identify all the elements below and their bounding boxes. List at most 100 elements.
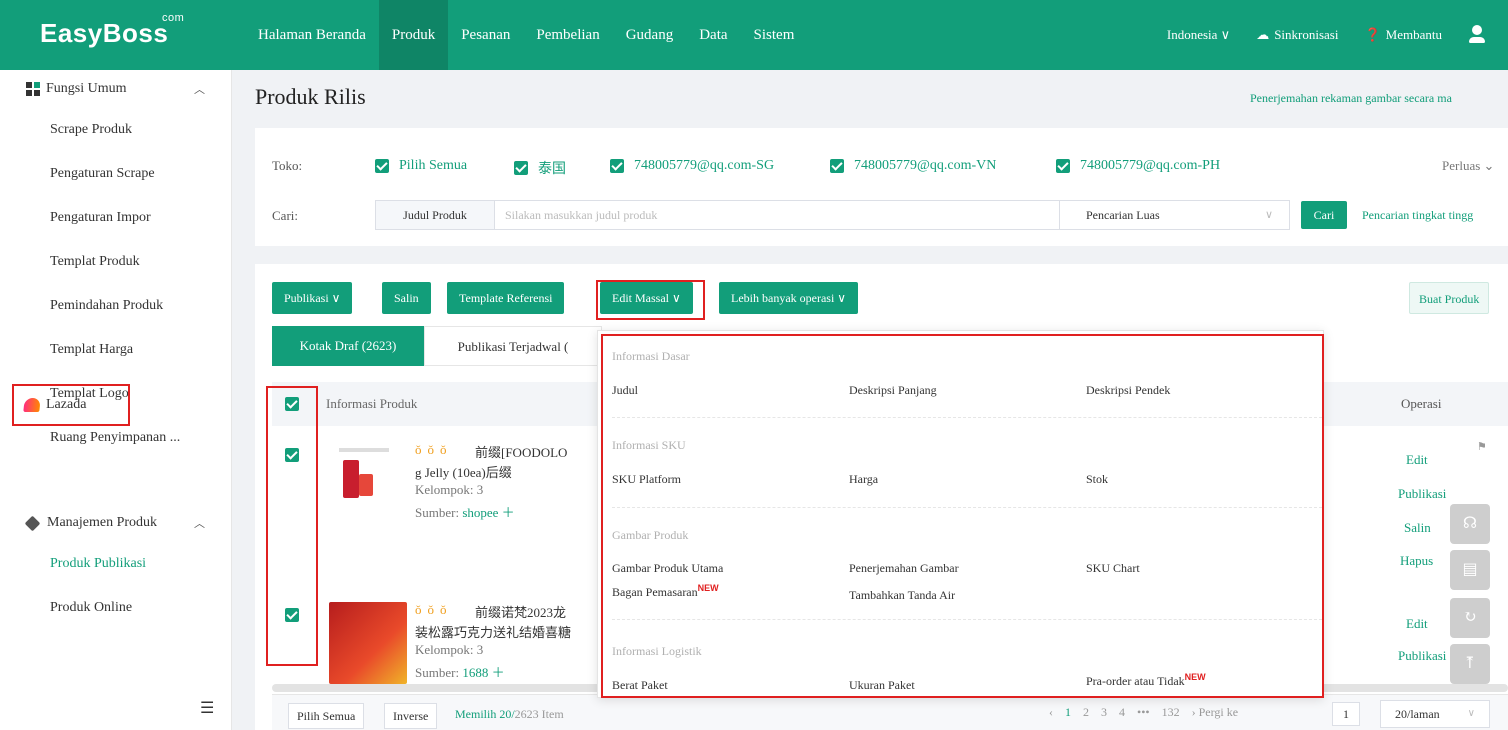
search-input[interactable] <box>495 200 1060 230</box>
edit-link[interactable]: Edit <box>1406 452 1428 468</box>
option-preorder[interactable]: Pra-order atau TidakNEW <box>1086 672 1206 689</box>
user-icon[interactable] <box>1468 25 1486 45</box>
publish-link[interactable]: Publikasi <box>1398 648 1446 664</box>
section-product-images: Gambar Produk <box>612 528 689 542</box>
sidebar-item-product-template[interactable]: Templat Produk <box>0 240 231 284</box>
footer-select-all-button[interactable]: Pilih Semua <box>288 703 365 729</box>
nav-data[interactable]: Data <box>686 0 740 70</box>
nav-purchasing[interactable]: Pembelian <box>523 0 612 70</box>
prev-page-icon[interactable]: ‹ <box>1049 705 1053 720</box>
option-platform-sku[interactable]: SKU Platform <box>612 472 681 487</box>
nav-system[interactable]: Sistem <box>741 0 808 70</box>
reference-template-button[interactable]: Template Referensi <box>447 282 565 314</box>
region-selector[interactable]: Indonesia ∨ <box>1167 27 1230 43</box>
store-checkbox-vn[interactable]: 748005779@qq.com-VN <box>830 158 996 174</box>
nav-warehouse[interactable]: Gudang <box>613 0 687 70</box>
sidebar-item-lazada[interactable]: Lazada <box>12 384 130 426</box>
customer-service-icon[interactable]: ☊ <box>1450 504 1490 544</box>
table-footer: Pilih Semua Inverse Memilih 20/2623 Item… <box>272 694 1508 730</box>
page-2[interactable]: 2 <box>1083 705 1089 720</box>
product-title-line2[interactable]: 装松露巧克力送礼结婚喜糖 <box>415 622 571 641</box>
edit-link[interactable]: Edit <box>1406 616 1428 632</box>
search-button[interactable]: Cari <box>1301 201 1347 229</box>
row-checkbox[interactable] <box>285 608 299 622</box>
page-ellipsis[interactable]: ••• <box>1137 705 1150 720</box>
checkbox-checked-icon <box>375 159 389 173</box>
menu-collapse-icon[interactable]: ☰ <box>200 698 214 718</box>
expand-toggle[interactable]: Perluas ⌄ <box>1442 158 1494 174</box>
brand-logo[interactable]: EasyBoss com <box>40 12 184 49</box>
image-translation-link[interactable]: Penerjemahan rekaman gambar secara ma <box>1250 91 1508 106</box>
product-title-line2[interactable]: g Jelly (10ea)后缀 <box>415 462 512 481</box>
sidebar-item-scrape-product[interactable]: Scrape Produk <box>0 108 231 152</box>
flag-icon[interactable]: ⚑ <box>1477 440 1487 453</box>
more-operations-button[interactable]: Lebih banyak operasi ∨ <box>719 282 859 314</box>
cube-icon <box>24 515 41 531</box>
search-field-type[interactable]: Judul Produk <box>375 200 495 230</box>
advanced-search-link[interactable]: Pencarian tingkat tingg <box>1362 208 1508 223</box>
product-title-line1[interactable]: 前缀[FOODOLO <box>475 442 567 461</box>
product-thumbnail[interactable] <box>329 602 407 684</box>
search-mode-select[interactable]: Pencarian Luas ∨ <box>1060 200 1290 230</box>
help-button[interactable]: ❓ Membantu <box>1364 27 1442 43</box>
store-checkbox-sg[interactable]: 748005779@qq.com-SG <box>610 158 774 174</box>
sidebar-item-import-settings[interactable]: Pengaturan Impor <box>0 196 231 240</box>
chevron-up-icon: ︿ <box>194 518 205 530</box>
sidebar-item-online-products[interactable]: Produk Online <box>0 586 231 630</box>
store-checkbox-thailand[interactable]: 泰国 <box>514 158 566 178</box>
inverse-selection-button[interactable]: Inverse <box>384 703 438 729</box>
delete-link[interactable]: Hapus <box>1400 553 1433 569</box>
option-image-translation[interactable]: Penerjemahan Gambar <box>849 561 959 576</box>
back-to-top-icon[interactable]: ⤒ <box>1450 644 1490 684</box>
option-short-description[interactable]: Deskripsi Pendek <box>1086 383 1170 398</box>
copy-button[interactable]: Salin <box>382 282 431 314</box>
store-checkbox-all[interactable]: Pilih Semua <box>375 158 467 174</box>
copy-link[interactable]: Salin <box>1404 520 1431 536</box>
sidebar-group-product-management[interactable]: Manajemen Produk ︿ <box>0 504 231 542</box>
row-checkbox[interactable] <box>285 448 299 462</box>
product-thumbnail[interactable] <box>329 442 395 522</box>
option-main-image[interactable]: Gambar Produk Utama <box>612 561 723 576</box>
create-product-button[interactable]: Buat Produk <box>1409 282 1490 314</box>
tab-draft-box[interactable]: Kotak Draf (2623) <box>272 326 424 366</box>
page-last[interactable]: 132 <box>1162 705 1180 720</box>
page-1[interactable]: 1 <box>1065 705 1071 720</box>
sync-button[interactable]: ☁ Sinkronisasi <box>1256 27 1338 43</box>
option-long-description[interactable]: Deskripsi Panjang <box>849 383 937 398</box>
option-stock[interactable]: Stok <box>1086 472 1108 487</box>
page-3[interactable]: 3 <box>1101 705 1107 720</box>
nav-products[interactable]: Produk <box>378 0 449 70</box>
product-title-line1[interactable]: 前缀诺梵2023龙 <box>475 602 566 621</box>
page-size-select[interactable]: 20/laman ∨ <box>1380 700 1490 728</box>
sidebar-item-price-template[interactable]: Templat Harga <box>0 328 231 372</box>
refresh-icon[interactable]: ↻ <box>1450 598 1490 638</box>
option-add-watermark[interactable]: Tambahkan Tanda Air <box>849 588 955 603</box>
tab-scheduled[interactable]: Publikasi Terjadwal ( <box>424 326 602 366</box>
sidebar-item-published-products[interactable]: Produk Publikasi <box>0 542 231 586</box>
document-icon[interactable]: ▤ <box>1450 550 1490 590</box>
option-price[interactable]: Harga <box>849 472 878 487</box>
page-title: Produk Rilis <box>255 84 366 109</box>
sidebar-item-scrape-settings[interactable]: Pengaturan Scrape <box>0 152 231 196</box>
page-4[interactable]: 4 <box>1119 705 1125 720</box>
sidebar-item-product-transfer[interactable]: Pemindahan Produk <box>0 284 231 328</box>
option-title[interactable]: Judul <box>612 383 638 398</box>
publish-link[interactable]: Publikasi <box>1398 486 1446 502</box>
cloud-icon: ☁ <box>1256 27 1270 42</box>
option-package-weight[interactable]: Berat Paket <box>612 678 668 693</box>
nav-home[interactable]: Halaman Beranda <box>245 0 379 70</box>
sidebar-group-general[interactable]: Fungsi Umum ︿ <box>0 70 231 108</box>
pagination: ‹ 1 2 3 4 ••• 132 › Pergi ke <box>1049 705 1238 720</box>
nav-orders[interactable]: Pesanan <box>448 0 523 70</box>
publish-button[interactable]: Publikasi ∨ <box>272 282 353 314</box>
option-sku-chart[interactable]: SKU Chart <box>1086 561 1140 576</box>
bulk-edit-dropdown: Informasi Dasar Judul Deskripsi Panjang … <box>597 330 1324 698</box>
divider <box>612 417 1322 418</box>
store-checkbox-ph[interactable]: 748005779@qq.com-PH <box>1056 158 1220 174</box>
option-package-size[interactable]: Ukuran Paket <box>849 678 915 693</box>
checkbox-checked-icon <box>610 159 624 173</box>
page-number-input[interactable]: 1 <box>1332 702 1360 726</box>
option-marketing-chart[interactable]: Bagan PemasaranNEW <box>612 583 719 600</box>
checkbox-column-highlight <box>266 386 318 666</box>
bulk-edit-highlight <box>596 280 705 320</box>
